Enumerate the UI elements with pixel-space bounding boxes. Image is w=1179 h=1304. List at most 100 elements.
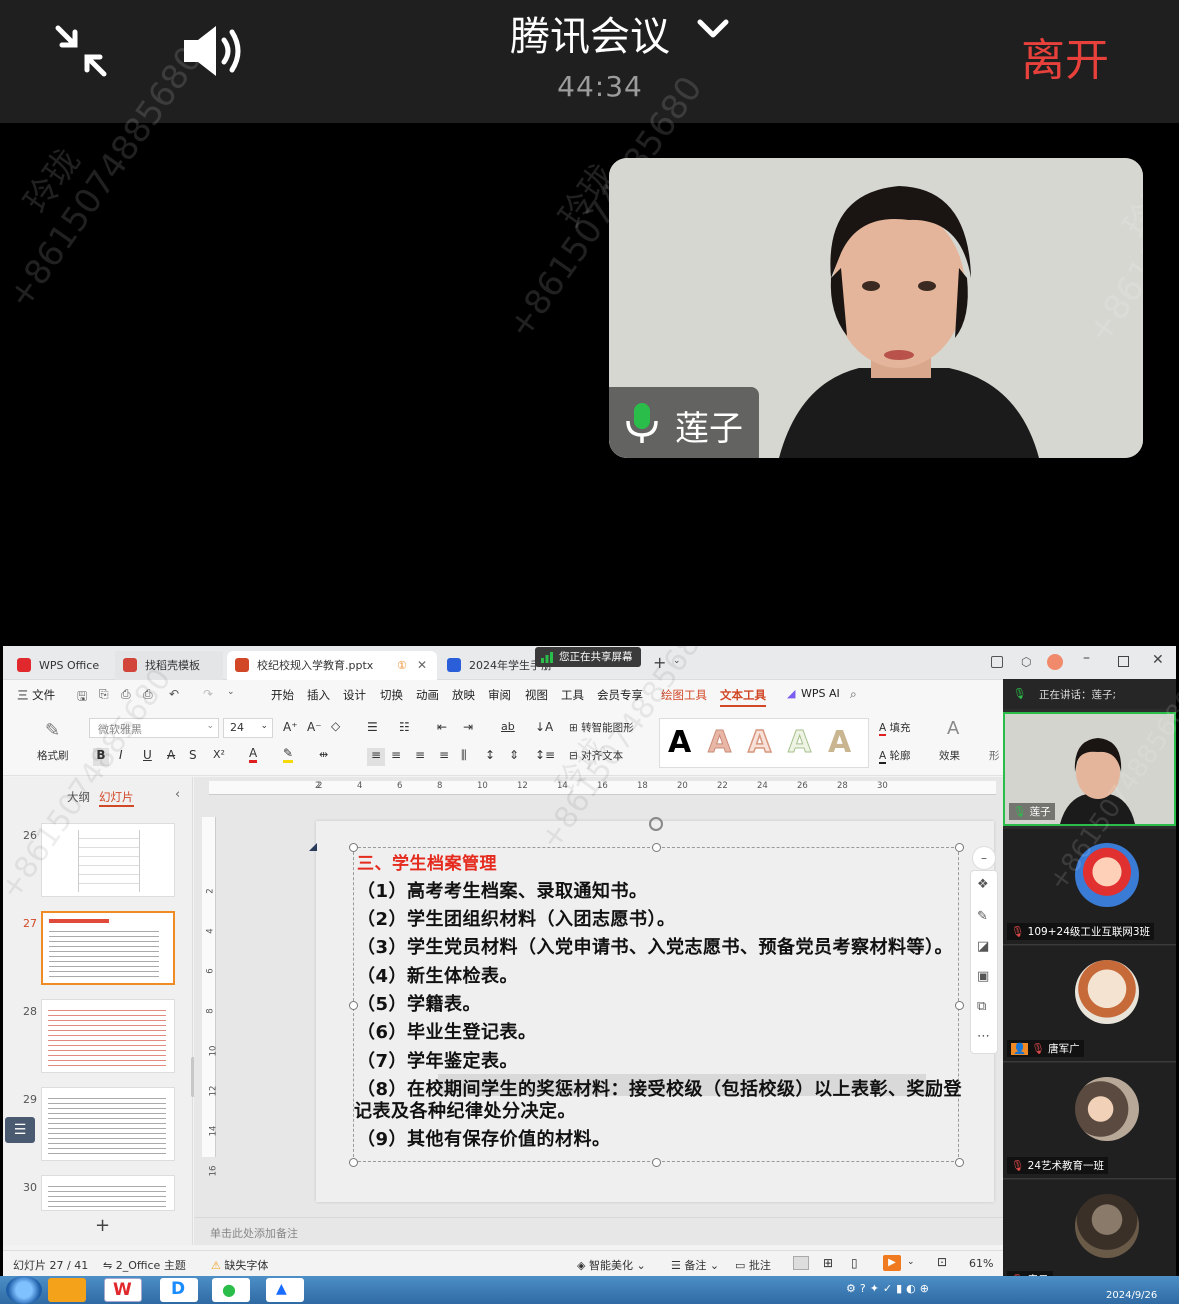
menu-review[interactable]: 审阅 — [488, 687, 511, 703]
missing-font[interactable]: ⚠ 缺失字体 — [211, 1257, 268, 1273]
participant-tile[interactable]: 👤 🎙 唐军广 — [1003, 946, 1176, 1062]
redo-icon[interactable]: ↷ — [203, 687, 213, 701]
shape-effect-label[interactable]: 形 — [989, 748, 1000, 763]
resize-handle[interactable] — [955, 1001, 964, 1010]
participant-tile[interactable]: 🎙 24艺术教育一班 — [1003, 1063, 1176, 1179]
chevron-down-icon[interactable]: ⌄ — [227, 687, 235, 697]
tencent-meeting-app-icon[interactable]: ▲ — [266, 1278, 304, 1302]
shape-style-icon[interactable]: ▣ — [977, 969, 989, 984]
slide-thumbnail-27[interactable] — [41, 911, 175, 985]
text-box-icon[interactable]: ab — [501, 720, 515, 733]
collapse-icon[interactable]: – — [972, 846, 996, 870]
chevron-down-icon[interactable]: ⌄ — [907, 1257, 915, 1267]
menu-animation[interactable]: 动画 — [416, 687, 439, 703]
text-style-black[interactable]: A — [668, 725, 691, 760]
align-center-icon[interactable]: ≡ — [391, 748, 401, 762]
line-spacing-dropdown-icon[interactable]: ↕≡ — [535, 748, 555, 762]
meeting-title[interactable]: 腾讯会议 — [480, 4, 700, 62]
theme-name[interactable]: ⇋ 2_Office 主题 — [103, 1257, 186, 1273]
superscript-icon[interactable]: X² — [213, 748, 225, 761]
slide-thumbnail-30[interactable] — [41, 1175, 175, 1211]
save-icon[interactable]: 🖫 — [77, 687, 87, 708]
distributed-icon[interactable]: ⫼ — [461, 748, 467, 763]
menu-design[interactable]: 设计 — [343, 687, 366, 703]
outline-toggle-icon[interactable]: ☰ — [5, 1117, 35, 1143]
start-button-icon[interactable] — [6, 1276, 42, 1304]
normal-view-icon[interactable] — [793, 1256, 809, 1270]
shape-effect-icon[interactable]: ⧉ — [977, 999, 986, 1014]
strikethrough-icon[interactable]: A — [167, 748, 175, 762]
leave-button[interactable]: 离开 — [1010, 24, 1120, 88]
menu-transition[interactable]: 切换 — [380, 687, 403, 703]
close-tab-icon[interactable]: ✕ — [417, 651, 427, 680]
shadow-icon[interactable]: S — [189, 748, 197, 762]
rotate-handle-icon[interactable] — [649, 817, 663, 831]
text-style-pink[interactable]: A — [707, 725, 731, 761]
menu-tools[interactable]: 工具 — [561, 687, 584, 703]
zoom-level[interactable]: 61% — [969, 1257, 993, 1270]
menu-insert[interactable]: 插入 — [307, 687, 330, 703]
current-slide[interactable]: 三、学生档案管理 （1）高考考生档案、录取通知书。 （2）学生团组织材料（入团志… — [309, 817, 994, 1202]
align-left-icon[interactable]: ≡ — [367, 748, 385, 766]
minimize-icon[interactable] — [52, 22, 110, 80]
notes-placeholder[interactable]: 单击此处添加备注 — [210, 1225, 298, 1241]
play-slideshow-icon[interactable]: ▶ — [883, 1255, 901, 1271]
menu-text-tools[interactable]: 文本工具 — [720, 687, 766, 707]
menu-home[interactable]: 开始 — [271, 687, 294, 703]
window-restore-icon[interactable] — [991, 656, 1003, 668]
justify-icon[interactable]: ≡ — [439, 748, 449, 762]
menu-slideshow[interactable]: 放映 — [452, 687, 475, 703]
resize-handle[interactable] — [955, 1158, 964, 1167]
align-right-icon[interactable]: ≡ — [415, 748, 425, 762]
text-outline-button[interactable]: A 轮廓 — [879, 748, 911, 764]
line-style-icon[interactable]: ✎ — [977, 909, 988, 924]
resize-handle[interactable] — [652, 1158, 661, 1167]
wps-app-icon[interactable]: W — [104, 1278, 142, 1302]
maximize-window-icon[interactable] — [1118, 656, 1129, 667]
layers-icon[interactable]: ❖ — [977, 877, 989, 892]
slide-thumbnail-28[interactable] — [41, 999, 175, 1073]
character-spacing-icon[interactable]: ⇹ — [319, 748, 328, 761]
reading-view-icon[interactable]: ▯ — [851, 1256, 858, 1270]
wechat-app-icon[interactable]: ● — [212, 1278, 250, 1302]
tab-wps-office[interactable]: WPS Office — [9, 651, 109, 680]
line-spacing-icon[interactable]: ↕ — [485, 748, 495, 762]
bullets-icon[interactable]: ☰ — [367, 720, 378, 734]
cube-icon[interactable]: ⬡ — [1021, 655, 1031, 669]
chevron-down-icon[interactable] — [696, 14, 730, 44]
highlight-icon[interactable]: ✎ — [283, 746, 294, 763]
increase-font-icon[interactable]: A⁺ — [283, 720, 298, 734]
slide-sorter-icon[interactable]: ⊞ — [823, 1256, 833, 1270]
export-pdf-icon[interactable]: ⎘ — [99, 687, 109, 702]
increase-indent-icon[interactable]: ⇥ — [463, 720, 473, 734]
avatar[interactable] — [1047, 654, 1063, 670]
resize-handle[interactable] — [652, 843, 661, 852]
clear-format-icon[interactable]: ◇ — [331, 719, 340, 733]
text-direction-icon[interactable]: ↓A — [535, 720, 553, 734]
format-painter-icon[interactable]: ✎ — [45, 720, 60, 741]
tab-slides[interactable]: 幻灯片 — [99, 789, 134, 807]
decrease-indent-icon[interactable]: ⇤ — [437, 720, 447, 734]
close-window-icon[interactable]: ✕ — [1152, 652, 1164, 668]
participant-tile[interactable]: 🎙 音云 — [1003, 1180, 1176, 1288]
text-style-green[interactable]: A — [787, 725, 811, 761]
fit-window-icon[interactable]: ⊡ — [937, 1255, 947, 1269]
favorites-app-icon[interactable] — [48, 1278, 86, 1302]
menu-view[interactable]: 视图 — [525, 687, 548, 703]
fill-bucket-icon[interactable]: ◪ — [977, 939, 989, 954]
text-style-gallery[interactable]: A A A A A — [659, 718, 869, 768]
system-tray-icons[interactable]: ⚙?✦✓▮◐⊕ — [846, 1282, 933, 1295]
menu-file[interactable]: 三 文件 — [17, 687, 55, 703]
underline-icon[interactable]: U — [143, 748, 152, 762]
text-effect-icon[interactable]: A — [947, 718, 959, 739]
notes-button[interactable]: ☰ 备注 ⌄ — [671, 1257, 719, 1273]
decrease-font-icon[interactable]: A⁻ — [307, 720, 322, 734]
resize-handle[interactable] — [349, 1158, 358, 1167]
minimize-window-icon[interactable]: – — [1083, 650, 1090, 666]
add-slide-icon[interactable]: + — [95, 1215, 110, 1236]
format-painter-label[interactable]: 格式刷 — [37, 748, 69, 763]
resize-handle[interactable] — [955, 843, 964, 852]
tab-presentation[interactable]: 校纪校规入学教育.pptx ① ✕ — [227, 651, 437, 680]
menu-wps-ai[interactable]: WPS AI — [801, 687, 840, 700]
search-icon[interactable]: ⌕ — [850, 687, 857, 702]
